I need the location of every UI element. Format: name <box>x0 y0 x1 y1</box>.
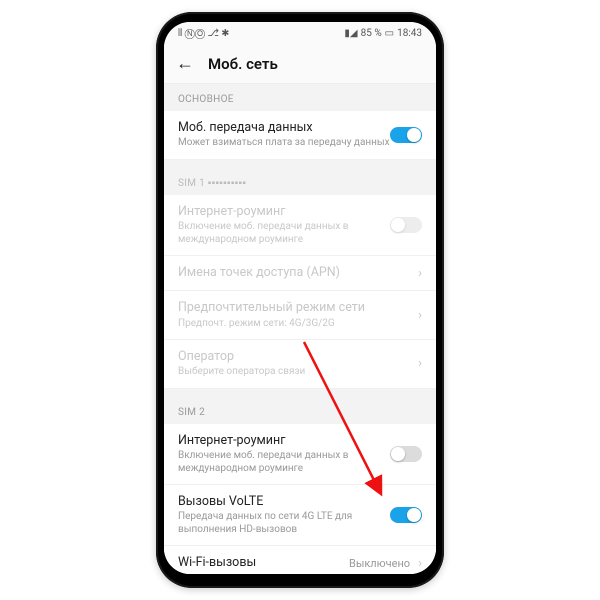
chevron-right-icon: › <box>418 556 422 571</box>
chevron-right-icon: › <box>418 266 422 281</box>
sim1-operator-title: Оператор <box>178 349 414 365</box>
sim2-volte-sub: Передача данных по сети 4G LTE для выпол… <box>178 511 390 536</box>
sim1-mode-sub: Предпочт. режим сети: 4G/3G/2G <box>178 318 414 331</box>
sim1-roaming-toggle <box>390 217 422 233</box>
status-battery: 85 % <box>361 28 382 39</box>
back-button[interactable]: ← <box>176 53 194 74</box>
status-time: 18:43 <box>397 28 422 39</box>
header: ← Моб. сеть <box>164 44 436 84</box>
sim1-operator-sub: Выберите оператора связи <box>178 366 414 379</box>
mobile-data-sub: Может взиматься плата за передачу данных <box>178 137 390 150</box>
status-bar: ⫴ ⓃⓄ ⎇ ✱ ▮◢ 85 % ▭ 18:43 <box>164 22 436 44</box>
sim2-wifi-title: Wi-Fi-вызовы <box>178 555 349 571</box>
battery-icon: ▭ <box>385 28 394 39</box>
row-sim2-roaming[interactable]: Интернет-роуминг Включение моб. передачи… <box>164 424 436 485</box>
sim2-volte-title: Вызовы VoLTE <box>178 494 390 510</box>
sim1-roaming-sub: Включение моб. передачи данных в междуна… <box>178 221 390 246</box>
chevron-right-icon: › <box>418 356 422 371</box>
sim1-apn-title: Имена точек доступа (APN) <box>178 265 414 281</box>
mobile-data-title: Моб. передача данных <box>178 120 390 136</box>
content[interactable]: ОСНОВНОЕ Моб. передача данных Может взим… <box>164 84 436 574</box>
status-signal-icon: ▮◢ <box>344 28 357 39</box>
section-label-sim1: SIM 1 ▪▪▪▪▪▪▪▪▪▪ <box>164 168 436 195</box>
row-sim2-wifi-calling[interactable]: Wi-Fi-вызовы Выключено › <box>164 546 436 574</box>
row-mobile-data[interactable]: Моб. передача данных Может взиматься пла… <box>164 111 436 160</box>
sim1-mode-title: Предпочтительный режим сети <box>178 300 414 316</box>
row-sim2-volte[interactable]: Вызовы VoLTE Передача данных по сети 4G … <box>164 485 436 546</box>
mobile-data-toggle[interactable] <box>390 127 422 143</box>
section-label-sim2: SIM 2 <box>164 397 436 424</box>
sim2-roaming-title: Интернет-роуминг <box>178 433 390 449</box>
phone-frame: ⫴ ⓃⓄ ⎇ ✱ ▮◢ 85 % ▭ 18:43 ← Моб. сеть ОСН… <box>156 12 444 588</box>
row-sim1-operator: Оператор Выберите оператора связи › <box>164 340 436 389</box>
row-sim1-roaming: Интернет-роуминг Включение моб. передачи… <box>164 195 436 256</box>
sim2-roaming-toggle[interactable] <box>390 446 422 462</box>
sim1-roaming-title: Интернет-роуминг <box>178 204 390 220</box>
screen: ⫴ ⓃⓄ ⎇ ✱ ▮◢ 85 % ▭ 18:43 ← Моб. сеть ОСН… <box>164 22 436 574</box>
page-title: Моб. сеть <box>208 55 278 73</box>
sim2-roaming-sub: Включение моб. передачи данных в междуна… <box>178 450 390 475</box>
section-label-main: ОСНОВНОЕ <box>164 84 436 111</box>
status-left-icons: ⫴ ⓃⓄ ⎇ ✱ <box>178 28 229 39</box>
row-sim1-mode: Предпочтительный режим сети Предпочт. ре… <box>164 291 436 340</box>
chevron-right-icon: › <box>418 308 422 323</box>
sim2-wifi-value: Выключено <box>349 557 410 570</box>
row-sim1-apn: Имена точек доступа (APN) › <box>164 256 436 291</box>
sim2-volte-toggle[interactable] <box>390 507 422 523</box>
